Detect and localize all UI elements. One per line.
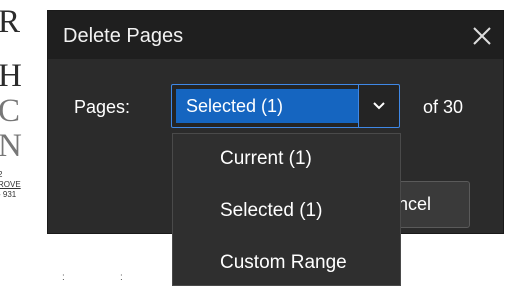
dropdown-option-selected[interactable]: Selected (1) xyxy=(173,186,400,236)
doc-mark: : xyxy=(120,272,123,283)
dropdown-option-current[interactable]: Current (1) xyxy=(173,134,400,184)
doc-small-text: - 931 xyxy=(0,190,17,199)
page-total: of 30 xyxy=(423,97,464,117)
pages-select-value: Selected (1) xyxy=(176,89,358,123)
dialog-titlebar: Delete Pages xyxy=(48,11,503,59)
doc-small-text: ROVE xyxy=(0,180,21,189)
dropdown-option-custom-range[interactable]: Custom Range xyxy=(173,238,400,288)
pages-select[interactable]: Selected (1) xyxy=(171,84,400,128)
doc-text-line: N xyxy=(0,128,23,164)
pages-select-toggle[interactable] xyxy=(358,85,399,127)
dialog-title: Delete Pages xyxy=(63,25,184,47)
doc-text-line: R xyxy=(0,4,22,40)
doc-mark: : xyxy=(62,272,65,283)
chevron-down-icon xyxy=(373,102,385,110)
doc-text-line: C xyxy=(0,93,22,129)
pages-label: Pages: xyxy=(74,97,131,117)
close-button[interactable] xyxy=(469,23,495,49)
doc-small-text: 2 xyxy=(0,170,3,179)
pages-dropdown-menu: Current (1) Selected (1) Custom Range xyxy=(172,133,401,286)
close-icon xyxy=(473,27,491,45)
doc-text-line: H xyxy=(0,58,23,94)
